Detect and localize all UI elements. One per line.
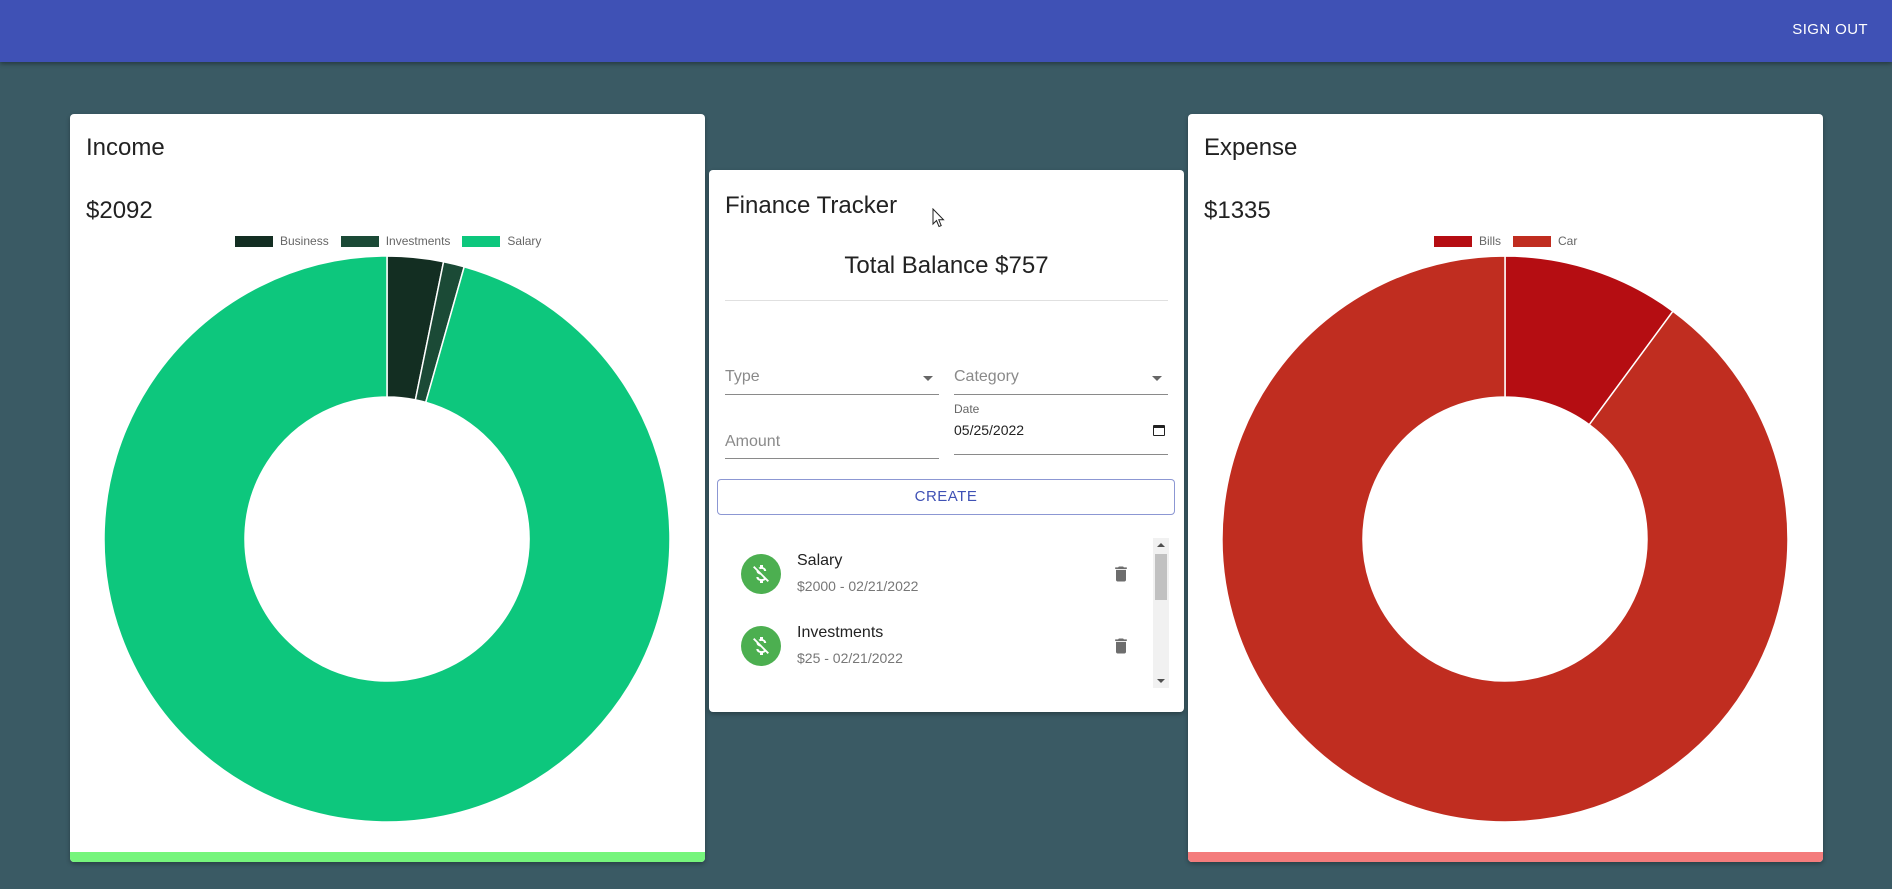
trash-icon[interactable] xyxy=(1111,636,1131,661)
income-legend: Business Investments Salary xyxy=(235,234,553,248)
scroll-up-icon[interactable] xyxy=(1157,543,1165,547)
legend-label: Salary xyxy=(507,234,542,248)
app-bar: SIGN OUT xyxy=(0,0,1892,62)
scroll-down-icon[interactable] xyxy=(1157,679,1165,683)
income-bottom-bar xyxy=(70,852,705,862)
income-legend-item-investments[interactable]: Investments xyxy=(340,234,451,248)
trash-icon[interactable] xyxy=(1111,564,1131,589)
mouse-pointer-icon xyxy=(932,208,945,228)
sign-out-button[interactable]: SIGN OUT xyxy=(1792,21,1868,38)
income-title: Income xyxy=(86,134,165,161)
list-item[interactable]: Investments $25 - 02/21/2022 xyxy=(725,610,1145,680)
divider xyxy=(725,300,1168,301)
money-off-icon xyxy=(741,626,781,666)
expense-title: Expense xyxy=(1204,134,1298,161)
amount-field[interactable]: Amount xyxy=(725,424,939,459)
list-item[interactable]: Salary $2000 - 02/21/2022 xyxy=(725,538,1145,608)
category-placeholder: Category xyxy=(954,368,1019,385)
legend-label: Investments xyxy=(385,234,451,248)
expense-legend: Bills Car xyxy=(1434,234,1589,248)
income-donut-chart xyxy=(103,255,671,823)
category-select[interactable]: Category xyxy=(954,360,1168,395)
transaction-category: Salary xyxy=(797,552,843,569)
income-card: Income $2092 Business Investments Salary xyxy=(70,114,705,862)
calendar-icon[interactable] xyxy=(1153,425,1165,436)
income-slice-salary[interactable] xyxy=(103,255,671,823)
list-scrollbar[interactable] xyxy=(1153,538,1169,688)
expense-bottom-bar xyxy=(1188,852,1823,862)
expense-donut-chart xyxy=(1221,255,1789,823)
legend-swatch xyxy=(235,235,273,247)
type-select[interactable]: Type xyxy=(725,360,939,395)
expense-total: $1335 xyxy=(1204,197,1271,224)
money-off-icon xyxy=(741,554,781,594)
finance-tracker-card: Finance Tracker Total Balance $757 Type … xyxy=(709,170,1184,712)
scroll-thumb[interactable] xyxy=(1155,554,1167,600)
legend-label: Car xyxy=(1558,234,1578,248)
income-legend-item-salary[interactable]: Salary xyxy=(462,234,541,248)
date-value: 05/25/2022 xyxy=(954,422,1025,438)
total-balance: Total Balance $757 xyxy=(844,252,1049,279)
legend-swatch xyxy=(340,235,379,247)
expense-slice-car[interactable] xyxy=(1221,255,1789,823)
chevron-down-icon xyxy=(923,376,933,381)
type-placeholder: Type xyxy=(725,368,760,385)
legend-swatch xyxy=(462,235,501,247)
expense-card: Expense $1335 Bills Car xyxy=(1188,114,1823,862)
date-label: Date xyxy=(954,402,980,416)
transaction-detail: $2000 - 02/21/2022 xyxy=(797,578,919,594)
transaction-detail: $25 - 02/21/2022 xyxy=(797,650,903,666)
transaction-category: Investments xyxy=(797,624,884,641)
income-legend-item-business[interactable]: Business xyxy=(235,234,329,248)
date-field[interactable]: Date 05/25/2022 xyxy=(954,402,1168,455)
legend-swatch xyxy=(1513,235,1552,247)
create-button[interactable]: CREATE xyxy=(717,479,1175,515)
tracker-title: Finance Tracker xyxy=(725,192,898,219)
transaction-list: Salary $2000 - 02/21/2022 Investments $2… xyxy=(725,538,1169,688)
legend-label: Bills xyxy=(1479,234,1502,248)
amount-placeholder: Amount xyxy=(725,433,781,450)
expense-legend-item-car[interactable]: Car xyxy=(1513,234,1577,248)
chevron-down-icon xyxy=(1152,376,1162,381)
expense-legend-item-bills[interactable]: Bills xyxy=(1434,234,1501,248)
income-total: $2092 xyxy=(86,197,153,224)
legend-label: Business xyxy=(280,234,329,248)
legend-swatch xyxy=(1434,235,1472,247)
